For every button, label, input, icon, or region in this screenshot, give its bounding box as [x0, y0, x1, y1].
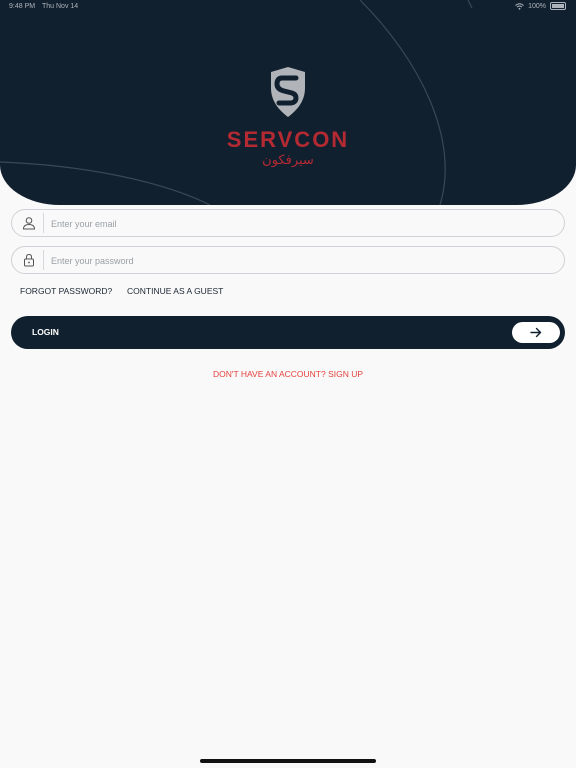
- signup-link-container: DON'T HAVE AN ACCOUNT? SIGN UP: [0, 369, 576, 379]
- battery-icon: [550, 2, 566, 10]
- status-bar: 9:48 PM Thu Nov 14 100%: [0, 0, 576, 14]
- shield-s-icon: [271, 67, 305, 117]
- brand-name: SERVCON: [226, 127, 350, 152]
- status-indicators: 100%: [515, 2, 566, 10]
- login-label: LOGIN: [32, 327, 59, 337]
- logo: SERVCON سيرفكون: [0, 66, 576, 168]
- signup-link[interactable]: DON'T HAVE AN ACCOUNT? SIGN UP: [213, 369, 363, 379]
- field-separator: [43, 250, 44, 270]
- arrow-right-icon: [530, 327, 542, 338]
- password-field[interactable]: [11, 246, 565, 274]
- home-indicator: [200, 759, 376, 763]
- continue-guest-link[interactable]: CONTINUE AS A GUEST: [127, 286, 223, 296]
- header-banner: 9:48 PM Thu Nov 14 100% SERVCON سيرفكون: [0, 0, 576, 205]
- password-input[interactable]: [49, 249, 553, 273]
- brand-name-arabic: سيرفكون: [262, 153, 314, 168]
- battery-percentage: 100%: [528, 2, 546, 10]
- login-button[interactable]: LOGIN: [11, 316, 565, 349]
- wifi-icon: [515, 2, 524, 10]
- field-separator: [43, 213, 44, 233]
- lock-icon: [24, 253, 34, 267]
- email-field[interactable]: [11, 209, 565, 237]
- status-time: 9:48 PM: [9, 3, 36, 10]
- forgot-password-link[interactable]: FORGOT PASSWORD?: [20, 286, 112, 296]
- status-date: Thu Nov 14: [42, 3, 79, 10]
- user-icon: [22, 217, 36, 230]
- email-input[interactable]: [49, 212, 553, 236]
- login-arrow-pill[interactable]: [512, 322, 560, 343]
